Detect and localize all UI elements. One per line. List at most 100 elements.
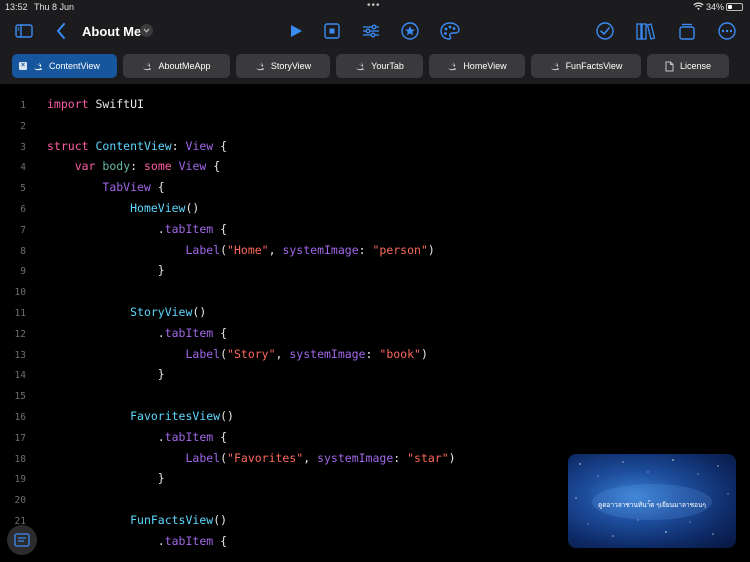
checkmark-circle-icon[interactable] xyxy=(594,20,616,42)
code-text[interactable]: .tabItem { xyxy=(47,222,227,236)
code-text[interactable]: Label("Favorites", systemImage: "star") xyxy=(47,450,455,465)
play-icon[interactable] xyxy=(285,20,307,42)
code-token: . xyxy=(47,533,165,548)
code-token: Label xyxy=(185,346,221,361)
document-icon xyxy=(665,61,674,71)
code-text[interactable]: .tabItem { xyxy=(47,534,227,548)
line-number: 6 xyxy=(20,204,26,215)
code-text[interactable]: FavoritesView() xyxy=(47,409,234,423)
code-text[interactable]: } xyxy=(47,263,165,277)
windows-icon[interactable] xyxy=(676,20,698,42)
code-text[interactable]: StoryView() xyxy=(47,305,206,319)
code-token: body xyxy=(102,159,131,174)
sidebar-icon[interactable] xyxy=(13,20,35,42)
code-text[interactable]: FunFactsView() xyxy=(47,513,227,527)
line-number: 16 xyxy=(14,412,26,423)
code-token: { xyxy=(213,429,228,444)
tab-aboutmeapp[interactable]: AboutMeApp xyxy=(123,54,230,78)
back-chevron-icon[interactable] xyxy=(50,20,72,42)
line-number: 5 xyxy=(20,183,26,195)
code-token: ) xyxy=(420,346,428,361)
line-number: 12 xyxy=(14,328,26,340)
code-text[interactable]: } xyxy=(47,367,165,381)
picture-in-picture-video[interactable]: ดูดอาวลาชานท้นา้ต ๆเยียนมาลาชอนๆ xyxy=(568,454,736,548)
line-number: 2 xyxy=(20,120,26,132)
line-number: 10 xyxy=(14,287,26,299)
code-token: { xyxy=(213,138,228,153)
status-date: Thu 8 Jun xyxy=(34,2,75,12)
code-text[interactable]: struct ContentView: View { xyxy=(47,139,227,153)
code-text[interactable]: .tabItem { xyxy=(47,326,227,340)
code-text[interactable]: TabView { xyxy=(47,180,165,195)
title-menu-chevron-icon[interactable] xyxy=(140,24,153,37)
code-token: tabItem xyxy=(164,221,214,236)
swift-file-icon xyxy=(34,62,42,70)
code-token: ( xyxy=(220,450,228,465)
code-token: Label xyxy=(185,450,221,465)
line-number: 14 xyxy=(14,370,26,382)
code-token: : xyxy=(130,159,144,174)
palette-icon[interactable] xyxy=(439,20,461,42)
line-number: 13 xyxy=(14,349,26,361)
line-number: 3 xyxy=(20,141,26,153)
project-title[interactable]: About Me xyxy=(82,24,141,39)
tab-storyview[interactable]: StoryView xyxy=(236,54,330,78)
code-token: "Home" xyxy=(227,242,269,257)
code-token: "person" xyxy=(372,242,428,257)
code-text[interactable]: Label("Home", systemImage: "person") xyxy=(47,242,435,257)
code-token: tabItem xyxy=(164,325,214,340)
tab-funfactsview[interactable]: FunFactsView xyxy=(531,54,641,78)
swift-file-icon xyxy=(550,62,559,70)
line-number: 9 xyxy=(20,266,26,278)
code-text[interactable]: } xyxy=(47,471,165,485)
tab-yourtab[interactable]: YourTab xyxy=(336,54,423,78)
sliders-icon[interactable] xyxy=(360,20,382,42)
library-icon[interactable] xyxy=(635,20,657,42)
tab-label: YourTab xyxy=(371,61,404,71)
tab-contentview[interactable]: × ContentView xyxy=(12,54,117,78)
code-token: HomeView xyxy=(130,201,186,215)
code-token: ( xyxy=(220,242,228,257)
code-token: , xyxy=(275,346,290,361)
tab-license[interactable]: License xyxy=(647,54,729,78)
code-token: , xyxy=(268,242,283,257)
code-token: FavoritesView xyxy=(130,409,221,423)
console-button[interactable] xyxy=(7,525,37,555)
code-text[interactable]: .tabItem { xyxy=(47,430,227,444)
line-number: 8 xyxy=(20,245,26,257)
code-token: ) xyxy=(427,242,435,257)
star-circle-icon[interactable] xyxy=(399,20,421,42)
tab-label: ContentView xyxy=(49,61,100,71)
code-text[interactable]: Label("Story", systemImage: "book") xyxy=(47,346,428,361)
stop-icon[interactable] xyxy=(321,20,343,42)
code-token: () xyxy=(185,201,200,215)
code-token: () xyxy=(220,409,234,423)
code-token: Label xyxy=(185,242,221,257)
code-text[interactable]: HomeView() xyxy=(47,201,199,215)
code-token: View xyxy=(178,159,207,174)
swift-file-icon xyxy=(356,62,365,70)
code-token: . xyxy=(47,325,165,340)
code-token: { xyxy=(213,221,228,236)
code-text[interactable]: var body: some View { xyxy=(47,159,220,173)
code-token: "star" xyxy=(407,450,449,465)
code-token: SwiftUI xyxy=(88,97,144,111)
swift-file-icon xyxy=(448,62,457,70)
more-icon[interactable] xyxy=(716,20,738,42)
close-tab-icon[interactable]: × xyxy=(19,62,27,70)
wifi-icon xyxy=(693,2,704,11)
code-token: import xyxy=(47,97,89,111)
tab-homeview[interactable]: HomeView xyxy=(429,54,525,78)
code-token: { xyxy=(150,180,165,195)
tab-label: StoryView xyxy=(270,61,312,71)
code-token: } xyxy=(47,263,165,278)
code-text[interactable]: import SwiftUI xyxy=(47,97,144,111)
line-number: 17 xyxy=(14,432,26,444)
multitasking-dots-icon[interactable]: ••• xyxy=(367,0,381,11)
